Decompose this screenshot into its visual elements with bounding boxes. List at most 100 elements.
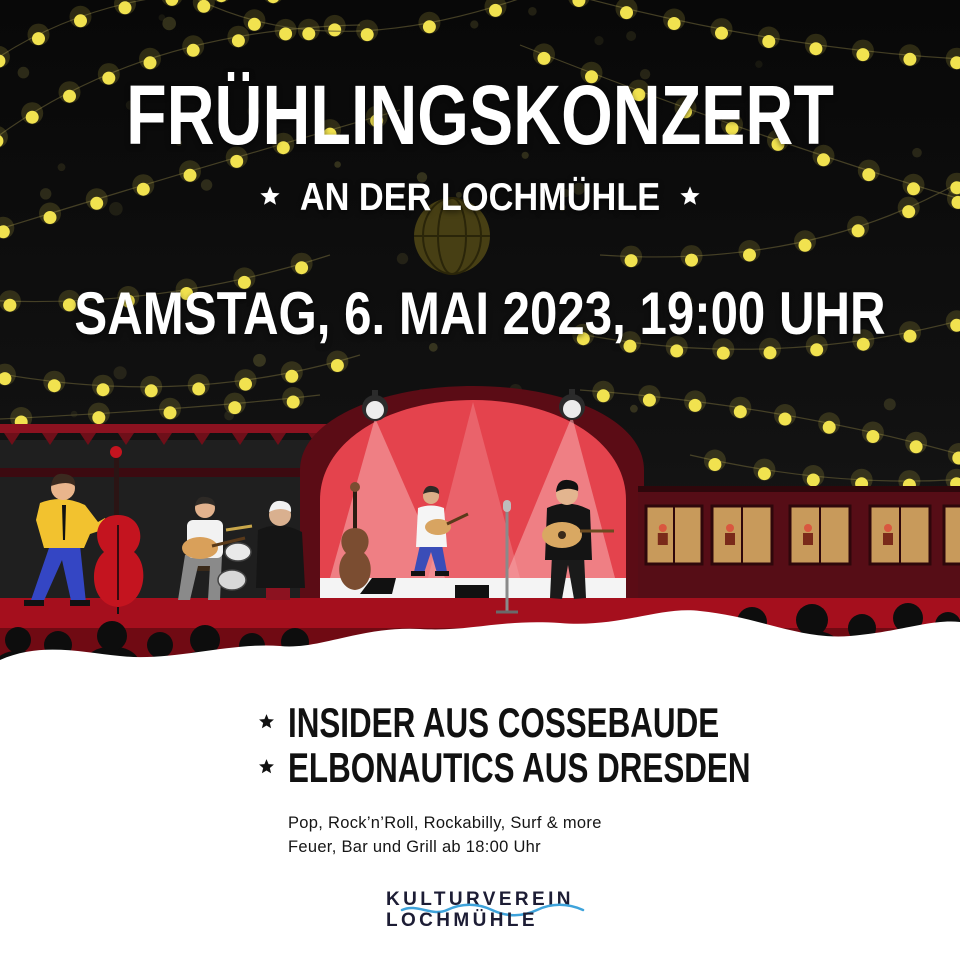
- light-bulb: [360, 28, 374, 42]
- event-date: SAMSTAG, 6. MAI 2023, 19:00 UHR: [74, 280, 886, 347]
- bokeh-dot: [470, 20, 479, 29]
- bokeh-dot: [158, 14, 166, 21]
- light-bulb: [856, 48, 870, 62]
- light-bulb: [32, 32, 45, 46]
- building-roof: [638, 486, 960, 492]
- bass-scroll: [110, 446, 122, 458]
- lineup-act: INSIDER AUS COSSEBAUDE: [288, 699, 720, 746]
- light-bulb: [716, 346, 730, 360]
- building-window: [942, 504, 960, 566]
- light-bulb: [902, 205, 916, 219]
- light-bulb: [762, 35, 776, 48]
- window-figure: [804, 524, 812, 532]
- guitar-body: [182, 537, 218, 559]
- light-bulb: [3, 298, 17, 312]
- bokeh-dot: [57, 163, 66, 172]
- right-building: [638, 486, 960, 612]
- audience-head: [97, 621, 127, 651]
- light-bulb: [197, 0, 211, 13]
- star-icon: [260, 186, 280, 205]
- light-bulb: [285, 369, 299, 383]
- light-bulb: [851, 224, 865, 238]
- light-bulb: [247, 17, 261, 31]
- light-bulb: [489, 3, 502, 17]
- light-bulb: [806, 473, 820, 487]
- genres-text: Pop, Rock’n’Roll, Rockabilly, Surf & mor…: [288, 814, 602, 832]
- audience-head: [147, 632, 173, 658]
- microphone: [503, 500, 511, 512]
- light-bulb: [302, 27, 316, 41]
- light-bulb: [903, 329, 917, 343]
- light-bulb: [907, 182, 920, 196]
- spotlight-lens: [366, 401, 384, 419]
- light-bulb: [102, 71, 116, 85]
- musician-shirt: [256, 525, 305, 588]
- light-bulb: [763, 346, 777, 360]
- light-bulb: [90, 196, 104, 210]
- bokeh-dot: [253, 353, 266, 367]
- poster-title: FRÜHLINGSKONZERT: [126, 68, 834, 162]
- bokeh-dot: [396, 252, 409, 265]
- bokeh-dot: [40, 188, 52, 200]
- musician-shoe: [435, 571, 449, 576]
- light-bulb: [96, 383, 110, 397]
- light-bulb: [186, 43, 200, 57]
- light-bulb: [715, 26, 728, 40]
- light-bulb: [192, 382, 206, 396]
- light-bulb: [43, 211, 57, 224]
- extras-text: Feuer, Bar und Grill ab 18:00 Uhr: [288, 838, 541, 856]
- bokeh-dot: [200, 179, 213, 191]
- light-bulb: [733, 405, 747, 419]
- light-bulb: [685, 253, 698, 267]
- bass-body: [339, 528, 371, 590]
- light-bulb: [74, 14, 87, 28]
- guitar-body: [425, 519, 451, 535]
- bokeh-dot: [113, 366, 127, 380]
- light-bulb: [642, 393, 656, 407]
- light-bulb: [624, 254, 638, 268]
- light-bulb: [63, 89, 76, 103]
- window-figure: [658, 524, 667, 532]
- bass-neck: [353, 486, 357, 534]
- bokeh-dot: [883, 398, 896, 411]
- canopy-band: [0, 424, 330, 433]
- window-figure: [726, 524, 734, 532]
- roof-beam: [0, 468, 320, 477]
- window-figure: [657, 533, 668, 545]
- lineup-act: ELBONAUTICS AUS DRESDEN: [288, 744, 751, 791]
- light-bulb: [330, 359, 344, 372]
- bass-neck: [114, 452, 119, 522]
- drum: [224, 542, 252, 562]
- light-bulb: [163, 406, 177, 420]
- bokeh-dot: [70, 410, 78, 418]
- light-bulb: [743, 248, 756, 262]
- light-bulb: [757, 467, 771, 481]
- guitar-soundhole: [558, 531, 566, 539]
- window-figure: [725, 533, 735, 545]
- star-icon: [680, 186, 700, 205]
- light-bulb: [866, 430, 880, 443]
- star-icon-shape: [259, 714, 274, 729]
- audience-head: [796, 604, 828, 636]
- light-bulb: [537, 51, 551, 65]
- light-bulb: [778, 412, 792, 426]
- drum: [217, 569, 247, 591]
- light-bulb: [708, 458, 722, 471]
- light-bulb: [688, 398, 702, 412]
- light-bulb: [228, 401, 242, 415]
- light-bulb: [47, 379, 61, 393]
- poster-subtitle: AN DER LOCHMÜHLE: [299, 176, 661, 219]
- star-icon-shape: [680, 186, 700, 205]
- bokeh-dot: [17, 66, 30, 79]
- light-bulb: [295, 261, 309, 275]
- light-bulb: [809, 42, 823, 56]
- stool-seat: [266, 586, 290, 600]
- logo-line-2: LOCHMÜHLE: [386, 910, 538, 931]
- light-bulb: [144, 384, 158, 398]
- star-icon: [259, 759, 274, 774]
- musician-shoe: [411, 571, 425, 576]
- light-bulb: [909, 440, 923, 454]
- bokeh-dot: [528, 7, 537, 16]
- light-bulb: [862, 168, 876, 182]
- light-bulb: [286, 395, 300, 409]
